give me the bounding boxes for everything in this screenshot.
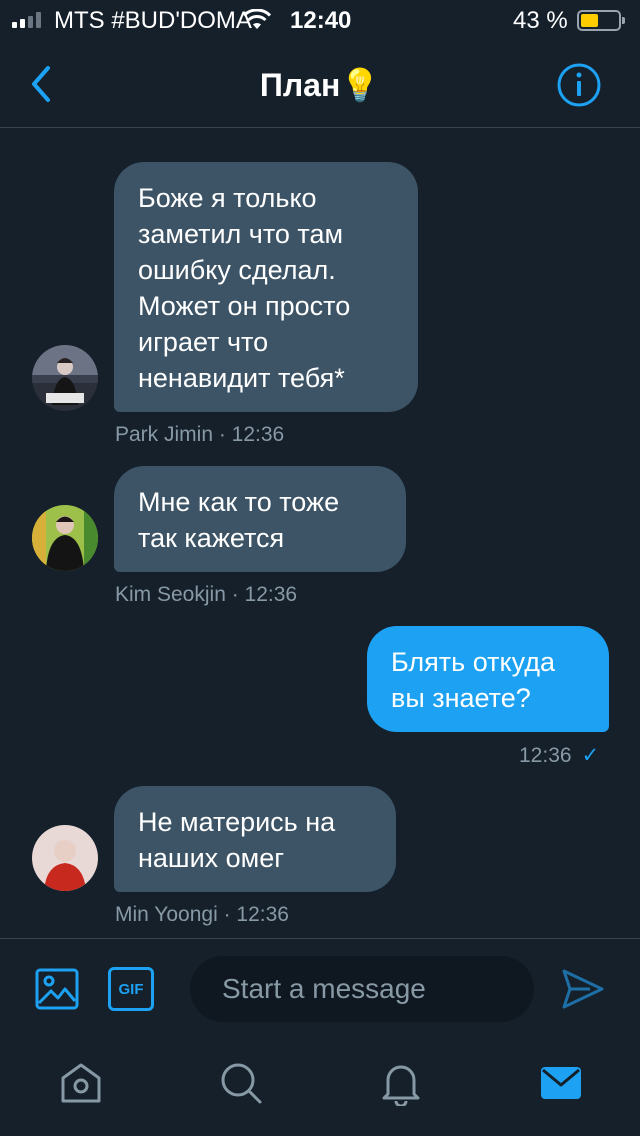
home-icon[interactable] (58, 1060, 104, 1106)
conversation-title[interactable]: План💡 (0, 66, 640, 104)
status-time: 12:40 (290, 7, 352, 34)
avatar-park-jimin[interactable] (32, 345, 98, 411)
battery-percentage: 43 % (513, 7, 568, 34)
message-meta-1: Park Jimin · 12:36 (115, 423, 285, 446)
message-line: ненавидит тебя* (138, 363, 345, 393)
bottom-tab-bar (0, 1038, 640, 1136)
message-bubble-4[interactable]: Не матерись на наших омег (114, 786, 396, 892)
message-line: Может он просто (138, 291, 351, 321)
wifi-icon (242, 9, 272, 29)
send-icon[interactable] (560, 967, 606, 1011)
message-input[interactable] (190, 956, 534, 1022)
battery-icon (577, 10, 625, 31)
message-line: вы знаете? (391, 683, 531, 713)
message-meta-3: 12:36 ✓ (519, 743, 599, 768)
image-icon[interactable] (34, 967, 80, 1011)
message-line: ошибку сделал. (138, 255, 336, 285)
message-line: Боже я только (138, 183, 317, 213)
message-bubble-1[interactable]: Боже я только заметил что там ошибку сде… (114, 162, 418, 412)
message-line: Не матерись на (138, 807, 336, 837)
message-time: 12:36 (519, 744, 572, 767)
conversation-header: План💡 (0, 42, 640, 128)
message-line: так кажется (138, 523, 285, 553)
status-bar: MTS #BUD'DOMA 12:40 43 % (0, 0, 640, 42)
message-bubble-3[interactable]: Блять откуда вы знаете? (367, 626, 609, 732)
message-list[interactable]: Боже я только заметил что там ошибку сде… (0, 129, 640, 937)
message-bubble-2[interactable]: Мне как то тоже так кажется (114, 466, 406, 572)
message-meta-2: Kim Seokjin · 12:36 (115, 583, 298, 606)
message-line: Мне как то тоже (138, 487, 340, 517)
message-meta-4: Min Yoongi · 12:36 (115, 903, 289, 926)
sent-check-icon: ✓ (581, 744, 600, 767)
message-line: играет что (138, 327, 269, 357)
search-icon[interactable] (218, 1060, 264, 1106)
carrier-name: MTS #BUD'DOMA (54, 7, 252, 34)
gif-button[interactable]: GIF (108, 967, 154, 1011)
message-line: Блять откуда (391, 647, 556, 677)
avatar-kim-seokjin[interactable] (32, 505, 98, 571)
cellular-signal-icon (12, 12, 41, 28)
info-icon[interactable] (556, 62, 602, 108)
message-composer: GIF (0, 938, 640, 1038)
avatar-min-yoongi[interactable] (32, 825, 98, 891)
message-line: наших омег (138, 843, 285, 873)
notifications-bell-icon[interactable] (378, 1060, 424, 1106)
messages-mail-icon[interactable] (538, 1060, 584, 1106)
dm-conversation-screen: MTS #BUD'DOMA 12:40 43 % План💡 Боже я то… (0, 0, 640, 1136)
message-line: заметил что там (138, 219, 344, 249)
